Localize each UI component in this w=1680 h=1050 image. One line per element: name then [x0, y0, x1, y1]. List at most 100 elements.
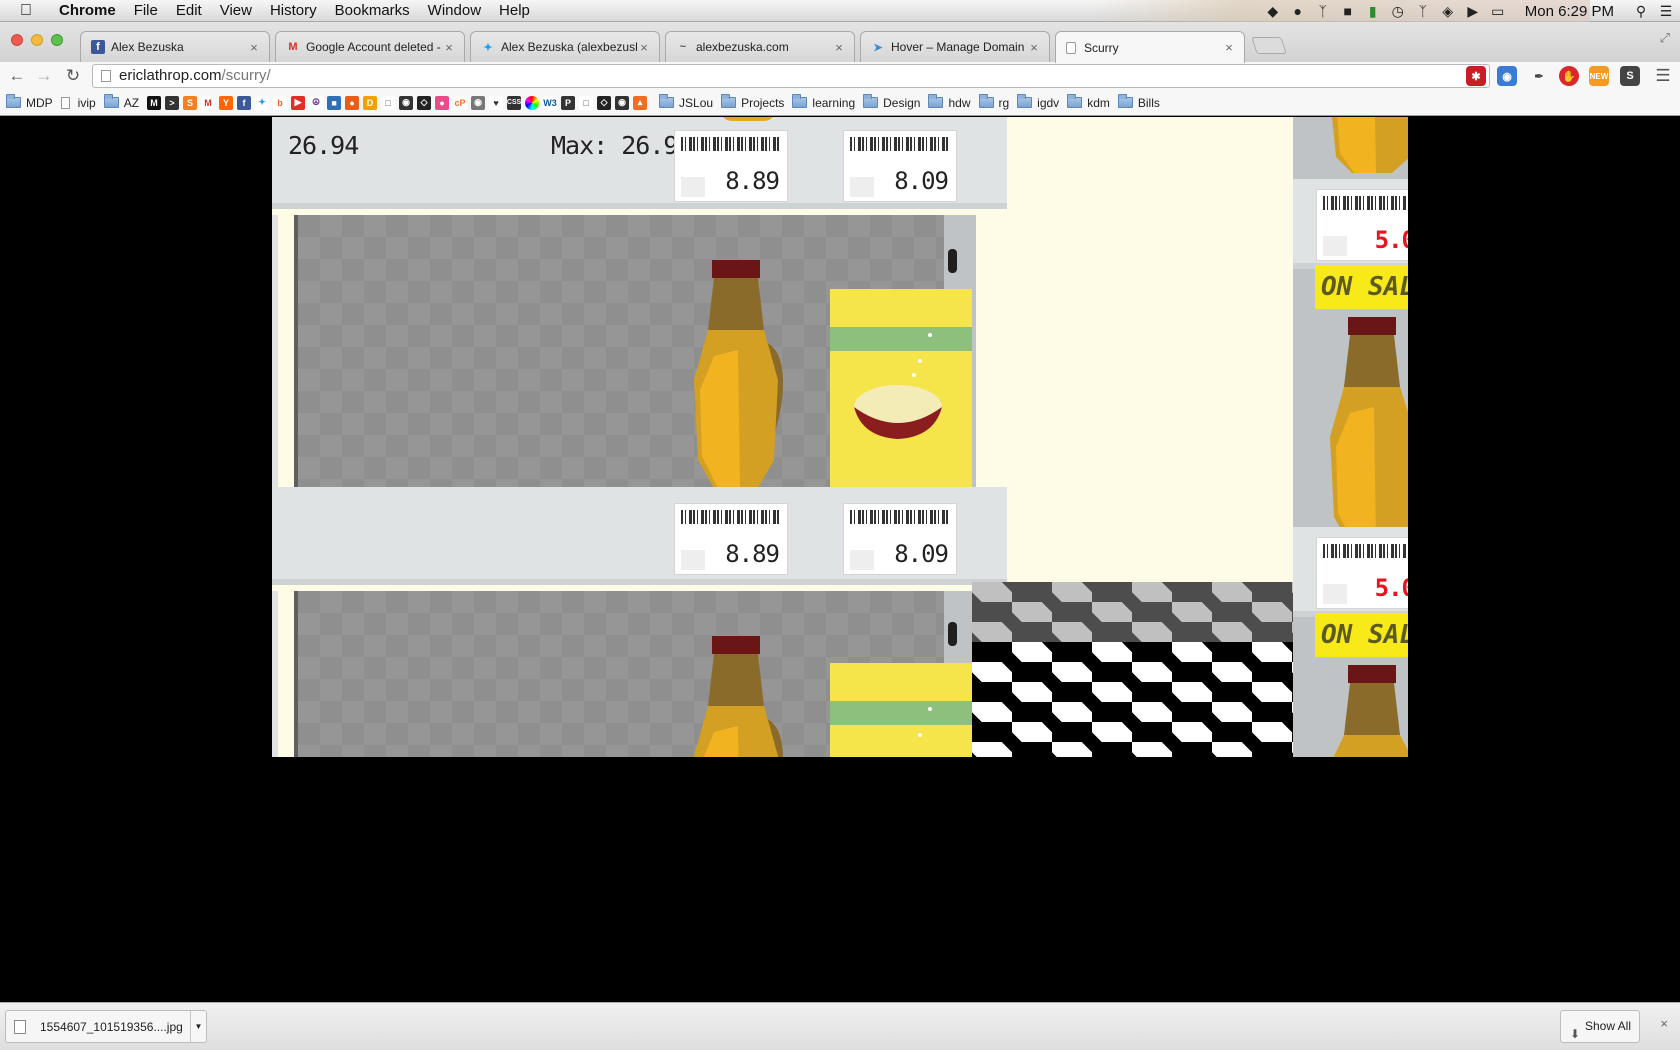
color-wheel-icon[interactable] — [525, 95, 540, 110]
tab-gmail[interactable]: M Google Account deleted - × — [275, 31, 465, 62]
bookmark-folder-hdw[interactable]: hdw — [928, 94, 971, 110]
css-icon[interactable]: CSS — [507, 95, 521, 110]
menu-edit[interactable]: Edit — [167, 0, 211, 22]
bookmark-folder-kdm[interactable]: kdm — [1067, 94, 1110, 110]
dribbble-icon[interactable]: ● — [435, 95, 450, 110]
battery-meter-icon[interactable]: ▮ — [1365, 4, 1381, 18]
cpanel-icon[interactable]: cP — [453, 95, 468, 110]
bookmark-folder-bills[interactable]: Bills — [1117, 94, 1160, 110]
volume-icon[interactable]: ▶ — [1465, 4, 1481, 18]
battery-icon[interactable]: ▭ — [1490, 4, 1506, 18]
bookmark-folder-jslou[interactable]: JSLou — [659, 94, 713, 110]
tab-alexbezuska-site[interactable]: ~ alexbezuska.com × — [665, 31, 855, 62]
tab-close-icon[interactable]: × — [442, 40, 456, 55]
fork-icon[interactable]: ᛉ — [1315, 4, 1331, 18]
facebook-icon[interactable]: f — [237, 95, 252, 110]
menu-file[interactable]: File — [125, 0, 167, 22]
bookmark-folder-learning[interactable]: learning — [792, 94, 855, 110]
bookmark-ivip[interactable]: ivip — [60, 96, 96, 110]
time-machine-icon[interactable]: ◷ — [1390, 4, 1406, 18]
window-minimize-button[interactable] — [31, 34, 43, 46]
extension-orange-icon[interactable]: ● — [345, 95, 360, 110]
octocat-icon[interactable]: ◉ — [615, 95, 630, 110]
youtube-icon[interactable]: ▶ — [291, 95, 306, 110]
gift-icon[interactable]: ■ — [327, 95, 342, 110]
bitly-icon[interactable]: b — [273, 95, 288, 110]
reload-icon[interactable]: ↻ — [62, 65, 84, 87]
menu-window[interactable]: Window — [419, 0, 490, 22]
extension-s-icon[interactable]: S — [1620, 66, 1640, 86]
menu-history[interactable]: History — [261, 0, 326, 22]
bluetooth-icon[interactable]: ᛉ — [1415, 4, 1431, 18]
dropbox-icon[interactable]: ◆ — [1265, 4, 1281, 18]
github-icon[interactable]: ◉ — [399, 95, 414, 110]
bottle-neck — [1344, 683, 1400, 735]
download-item[interactable]: 1554607_101519356....jpg ▼ — [5, 1010, 207, 1043]
twitter-icon[interactable]: ✦ — [255, 95, 270, 110]
bookmark-label: Design — [883, 95, 921, 110]
menu-app-chrome[interactable]: Chrome — [50, 0, 125, 22]
menu-bookmarks[interactable]: Bookmarks — [326, 0, 419, 22]
download-arrow-icon: ⬇ — [1570, 1027, 1581, 1041]
extension-yellow-icon[interactable]: D — [363, 95, 378, 110]
forward-icon[interactable]: → — [33, 65, 55, 87]
page-info-icon[interactable] — [101, 70, 111, 82]
close-download-shelf-icon[interactable]: × — [1660, 1016, 1668, 1031]
download-menu-chevron-icon[interactable]: ▼ — [190, 1011, 206, 1042]
scurry-game-canvas[interactable]: 26.94 Max: 26.94 8.89 8.09 8.89 8.09 5. … — [272, 117, 1408, 757]
tab-close-icon[interactable]: × — [1027, 40, 1041, 55]
window-zoom-button[interactable] — [51, 34, 63, 46]
chrome-icon[interactable]: ◉ — [471, 95, 486, 110]
notification-center-icon[interactable]: ☰ — [1658, 4, 1674, 18]
tab-facebook[interactable]: f Alex Bezuska × — [80, 31, 270, 62]
medium-icon[interactable]: M — [147, 95, 162, 110]
w3c-icon[interactable]: W3 — [543, 95, 558, 110]
bookmark-folder-rg[interactable]: rg — [978, 94, 1009, 110]
menu-help[interactable]: Help — [490, 0, 539, 22]
tab-scurry[interactable]: Scurry × — [1055, 31, 1245, 63]
window-close-button[interactable] — [11, 34, 23, 46]
menubar-clock[interactable]: Mon 6:29 PM — [1525, 3, 1614, 20]
rss-new-extension-icon[interactable]: NEW — [1589, 66, 1609, 86]
eyedropper-extension-icon[interactable]: ✒ — [1529, 66, 1549, 86]
codepen-icon[interactable]: ◇ — [417, 95, 432, 110]
hackernews-icon[interactable]: Y — [219, 95, 234, 110]
bookmark-folder-az[interactable]: AZ — [103, 94, 139, 110]
tab-hover[interactable]: ➤ Hover – Manage Domain D × — [860, 31, 1050, 62]
page-icon[interactable]: □ — [579, 95, 594, 110]
adblock-extension-icon[interactable]: ✋ — [1559, 66, 1579, 86]
chrome-menu-icon[interactable]: ☰ — [1652, 65, 1674, 87]
menu-view[interactable]: View — [211, 0, 261, 22]
tab-close-icon[interactable]: × — [1222, 40, 1236, 55]
heart-icon[interactable]: ♥ — [489, 95, 504, 110]
extension-blue-icon[interactable]: ◉ — [1497, 66, 1517, 86]
back-icon[interactable]: ← — [6, 65, 28, 87]
extension-p-icon[interactable]: P — [561, 95, 576, 110]
wifi-icon[interactable]: ◈ — [1440, 4, 1456, 18]
extension-orange-icon[interactable]: ▴ — [633, 95, 648, 110]
codepen-icon[interactable]: ◇ — [597, 95, 612, 110]
evernote-icon[interactable]: ● — [1290, 4, 1306, 18]
flux-icon[interactable]: ■ — [1340, 4, 1356, 18]
tab-twitter[interactable]: ✦ Alex Bezuska (alexbezuska × — [470, 31, 660, 62]
tab-close-icon[interactable]: × — [832, 40, 846, 55]
tab-close-icon[interactable]: × — [247, 40, 261, 55]
show-all-downloads-button[interactable]: ⬇ Show All — [1560, 1010, 1640, 1043]
lastpass-extension-icon[interactable]: ✱ — [1466, 66, 1486, 86]
peace-icon[interactable]: ☮ — [309, 95, 324, 110]
bookmark-folder-igdv[interactable]: igdv — [1017, 94, 1059, 110]
fullscreen-icon[interactable]: ⤢ — [1660, 30, 1670, 46]
tab-close-icon[interactable]: × — [637, 40, 651, 55]
bookmark-folder-design[interactable]: Design — [863, 94, 921, 110]
new-tab-button[interactable] — [1251, 37, 1287, 54]
terminal-icon[interactable]: > — [165, 95, 180, 110]
address-bar[interactable]: ericlathrop.com/scurry/ ☆ — [92, 64, 1490, 88]
stackoverflow-icon[interactable]: S — [183, 95, 198, 110]
bookmark-folder-projects[interactable]: Projects — [721, 94, 784, 110]
spotlight-search-icon[interactable]: ⚲ — [1633, 4, 1649, 18]
apple-menu-icon[interactable]:  — [16, 1, 36, 21]
macos-menubar:  Chrome File Edit View History Bookmark… — [0, 0, 1680, 22]
gmail-icon[interactable]: M — [201, 95, 216, 110]
bookmark-folder-mdp[interactable]: MDP — [6, 94, 53, 110]
page-icon[interactable]: □ — [381, 95, 396, 110]
